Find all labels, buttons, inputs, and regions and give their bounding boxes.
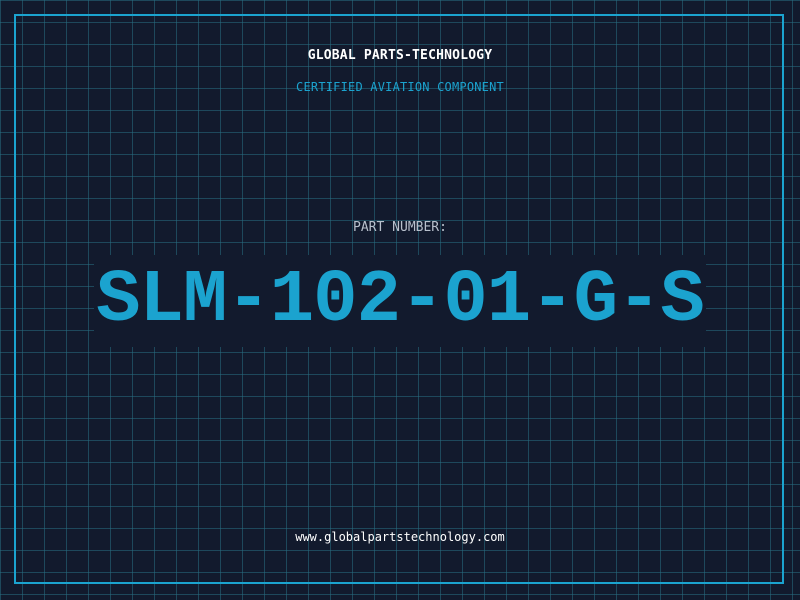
part-number-text: SLM-102-01-G-S <box>94 255 706 347</box>
certification-subtitle: CERTIFIED AVIATION COMPONENT <box>296 80 504 94</box>
website-url[interactable]: www.globalpartstechnology.com <box>0 530 800 544</box>
part-number-label: PART NUMBER: <box>353 220 447 235</box>
part-number-value: SLM-102-01-G-S <box>0 250 800 348</box>
company-name: GLOBAL PARTS-TECHNOLOGY <box>307 48 493 63</box>
